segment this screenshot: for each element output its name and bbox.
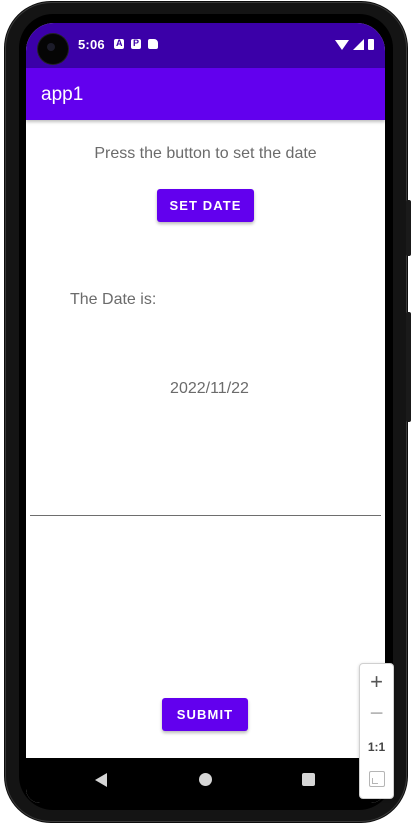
emulator-stage: 5:06 app1 Press the button to set the da… bbox=[0, 0, 414, 825]
app-bar: app1 bbox=[26, 68, 385, 120]
divider bbox=[30, 515, 381, 516]
status-bar: 5:06 bbox=[26, 23, 385, 68]
wifi-icon bbox=[335, 39, 349, 50]
a-notification-icon bbox=[114, 38, 124, 49]
zoom-fit-button[interactable] bbox=[360, 763, 393, 795]
submit-button[interactable]: SUBMIT bbox=[162, 698, 248, 731]
volume-button[interactable] bbox=[406, 312, 411, 422]
date-value: 2022/11/22 bbox=[170, 380, 249, 397]
front-camera bbox=[38, 34, 68, 64]
device-screen: 5:06 app1 Press the button to set the da… bbox=[26, 23, 385, 803]
home-icon[interactable] bbox=[199, 773, 212, 786]
system-icons bbox=[335, 39, 374, 50]
status-time: 5:06 bbox=[78, 37, 105, 52]
zoom-out-button[interactable]: − bbox=[360, 698, 393, 730]
app-title: app1 bbox=[41, 84, 84, 105]
signal-icon bbox=[353, 39, 364, 50]
set-date-button[interactable]: SET DATE bbox=[157, 189, 254, 222]
power-button[interactable] bbox=[406, 200, 411, 256]
set-date-prompt: Press the button to set the date bbox=[94, 145, 317, 162]
battery-icon bbox=[368, 39, 374, 50]
fit-screen-icon bbox=[368, 771, 385, 787]
back-icon[interactable] bbox=[95, 773, 107, 787]
sd-card-icon bbox=[148, 39, 158, 49]
zoom-reset-button[interactable]: 1:1 bbox=[360, 731, 393, 763]
notification-icons bbox=[114, 38, 158, 49]
zoom-controls: + − 1:1 bbox=[359, 663, 394, 799]
date-label: The Date is: bbox=[70, 291, 157, 308]
navigation-bar bbox=[26, 758, 385, 803]
recents-icon[interactable] bbox=[302, 773, 315, 786]
zoom-in-button[interactable]: + bbox=[360, 666, 393, 698]
p-notification-icon bbox=[131, 38, 141, 49]
